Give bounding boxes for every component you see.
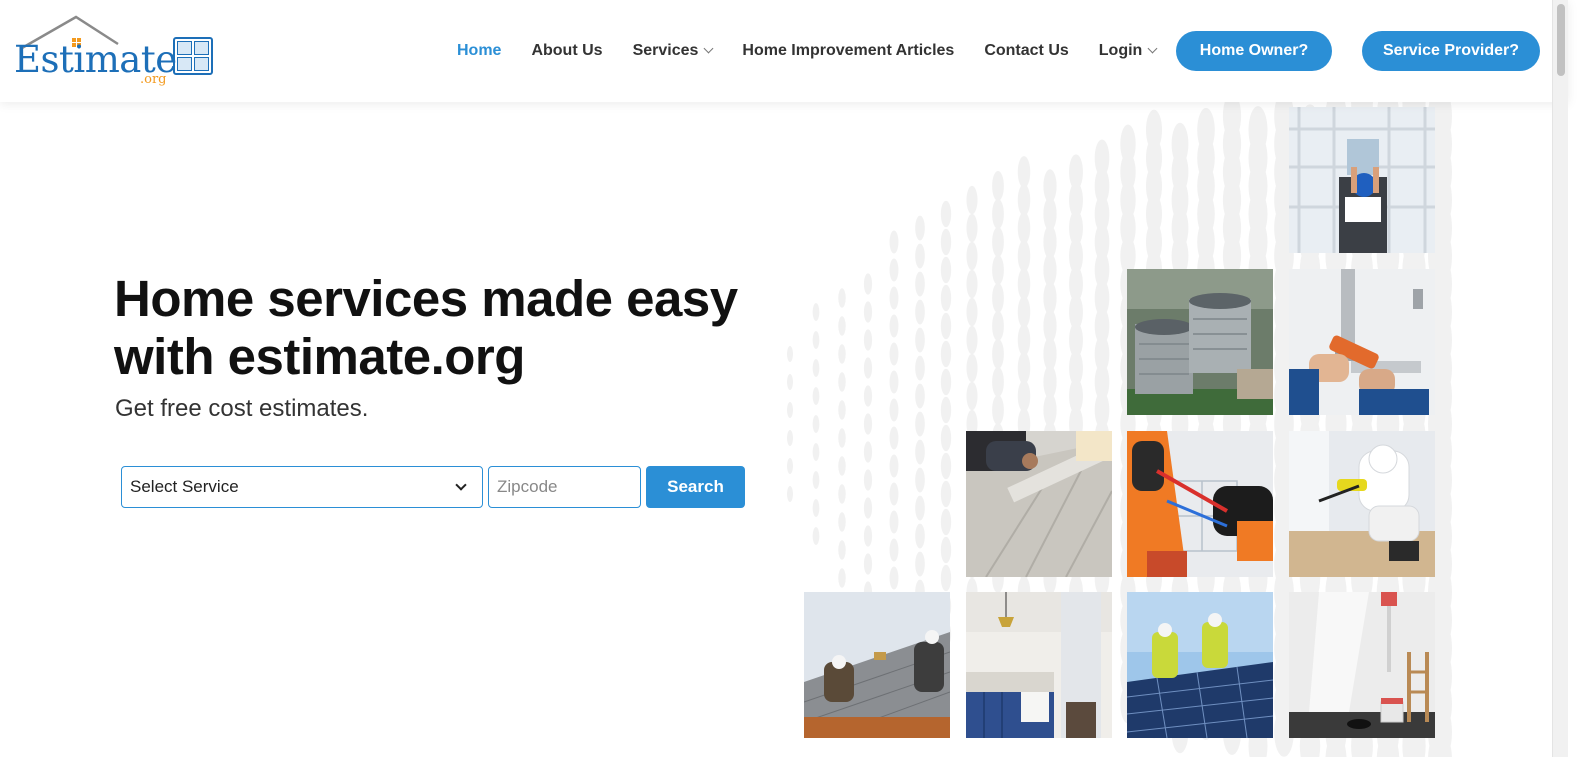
nav-services[interactable]: Services [632, 42, 714, 60]
window-installer-photo [1289, 107, 1435, 253]
nav-home-label: Home [457, 42, 502, 59]
logo-suffix: .org [140, 72, 167, 87]
nav-login[interactable]: Login [1098, 42, 1158, 60]
nav-services-label: Services [632, 42, 699, 59]
nav-articles-label: Home Improvement Articles [742, 42, 955, 59]
hero-title: Home services made easy with estimate.or… [114, 270, 774, 386]
nav-contact-us[interactable]: Contact Us [984, 42, 1068, 60]
ac-units-photo [1127, 269, 1273, 415]
vertical-scrollbar[interactable] [1552, 0, 1568, 757]
hero-subtitle: Get free cost estimates. [115, 395, 369, 422]
service-select[interactable]: Select Service [121, 466, 483, 508]
service-select-value: Select Service [130, 477, 239, 496]
nav-home[interactable]: Home [457, 42, 501, 60]
nav-home-improvement-articles[interactable]: Home Improvement Articles [742, 42, 954, 60]
plumber-pipe-photo [1289, 269, 1435, 415]
pest-control-photo [1289, 431, 1435, 577]
kitchen-photo [966, 592, 1112, 738]
nav-about-label: About Us [531, 42, 603, 59]
painting-room-photo [1289, 592, 1435, 738]
main-nav: Home About Us Services Home Improvement … [457, 40, 1186, 62]
tools-grid-icon [173, 37, 213, 75]
site-header: Estimate .org Home About Us Services Hom… [0, 0, 1568, 102]
hero-title-line2: with estimate.org [114, 328, 525, 385]
nav-contact-label: Contact Us [984, 42, 1069, 59]
zipcode-input[interactable] [488, 466, 641, 508]
nav-about-us[interactable]: About Us [531, 42, 602, 60]
hero-title-line1: Home services made easy [114, 270, 738, 327]
page: Estimate .org Home About Us Services Hom… [0, 0, 1583, 757]
chevron-down-icon [455, 479, 467, 491]
estimate-logo[interactable]: Estimate .org [14, 14, 214, 90]
roofers-photo [804, 592, 950, 738]
chevron-down-icon [703, 43, 714, 54]
flooring-install-photo [966, 431, 1112, 577]
scrollbar-thumb[interactable] [1557, 4, 1565, 76]
solar-panels-photo [1127, 592, 1273, 738]
service-provider-button[interactable]: Service Provider? [1362, 31, 1540, 71]
electrician-wiring-photo [1127, 431, 1273, 577]
home-owner-button[interactable]: Home Owner? [1176, 31, 1332, 71]
chevron-down-icon [1147, 43, 1158, 54]
nav-login-label: Login [1098, 42, 1143, 59]
search-button[interactable]: Search [646, 466, 745, 508]
